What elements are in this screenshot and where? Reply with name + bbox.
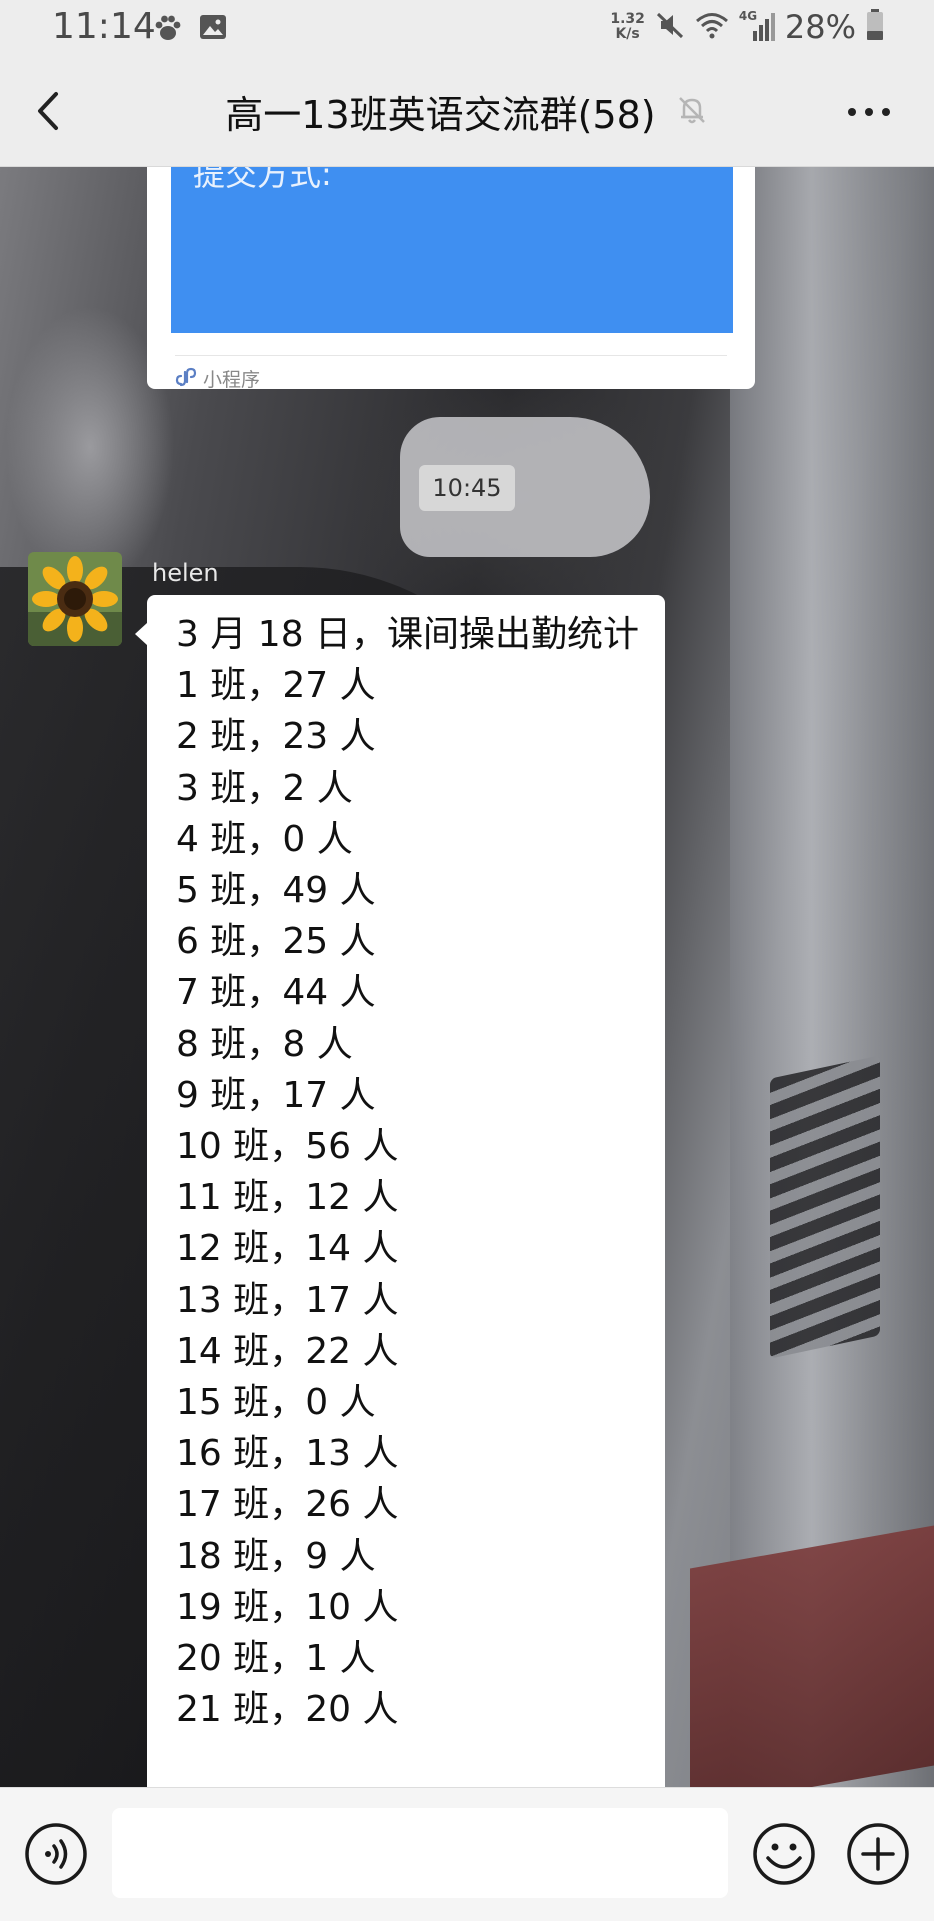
plus-button[interactable] [846, 1822, 910, 1886]
message-line: 4 班，0 人 [176, 818, 353, 860]
wallpaper-vent [770, 1055, 880, 1359]
message-line: 12 班，14 人 [176, 1228, 399, 1270]
battery-icon [866, 9, 884, 45]
message-line: 19 班，10 人 [176, 1586, 399, 1628]
message-line: 15 班，0 人 [176, 1382, 376, 1424]
sunflower-icon [28, 552, 122, 646]
more-button[interactable] [844, 92, 894, 132]
message-line: 6 班，25 人 [176, 921, 376, 963]
mini-program-footer: 小程序 [175, 365, 260, 392]
image-icon [198, 12, 228, 48]
message-line: 14 班，22 人 [176, 1330, 399, 1372]
message-line: 21 班，20 人 [176, 1689, 399, 1731]
message-line: 13 班，17 人 [176, 1279, 399, 1321]
net-speed-value: 1.32 [610, 11, 645, 27]
chat-area[interactable]: 提交方式: 小程序 10:45 helen 3 月 18 日，课间操出勤统计 1… [0, 167, 934, 1787]
emoji-icon [752, 1823, 816, 1890]
paw-icon [152, 12, 184, 48]
mini-program-card[interactable]: 提交方式: 小程序 [147, 167, 755, 392]
mini-program-divider [175, 355, 727, 356]
message-line: 7 班，44 人 [176, 972, 376, 1014]
message-line: 17 班，26 人 [176, 1484, 399, 1526]
net-speed-unit: K/s [615, 26, 640, 42]
message-line: 5 班，49 人 [176, 870, 376, 912]
mute-icon [655, 10, 685, 44]
title-bar: 高一13班英语交流群(58) [0, 56, 934, 167]
wifi-icon [695, 10, 729, 44]
sender-name: helen [152, 559, 219, 587]
mini-program-icon [175, 366, 197, 392]
input-bar [0, 1787, 934, 1921]
voice-button[interactable] [24, 1822, 88, 1886]
mini-program-label: 小程序 [203, 369, 261, 391]
battery-percent: 28% [784, 8, 856, 46]
status-bar: 11:14 1.32 K/s 4G 28% [0, 0, 934, 56]
bell-off-icon [675, 93, 709, 131]
message-input[interactable] [112, 1808, 728, 1898]
message-line: 11 班，12 人 [176, 1177, 399, 1219]
message-line: 16 班，13 人 [176, 1433, 399, 1475]
message-line: 10 班，56 人 [176, 1126, 399, 1168]
avatar[interactable] [28, 552, 122, 646]
message-line: 3 班，2 人 [176, 767, 353, 809]
signal-icon: 4G [739, 9, 775, 43]
message-line: 1 班，27 人 [176, 665, 376, 707]
voice-icon [24, 1823, 88, 1890]
message-line: 8 班，8 人 [176, 1023, 353, 1065]
plus-icon [846, 1823, 910, 1890]
more-icon [844, 108, 894, 136]
status-time: 11:14 [52, 6, 156, 47]
message-line: 9 班，17 人 [176, 1074, 376, 1116]
message-line: 18 班，9 人 [176, 1535, 376, 1577]
message-bubble[interactable]: 3 月 18 日，课间操出勤统计 1 班，27 人 2 班，23 人 3 班，2… [135, 595, 665, 1787]
message-timestamp: 10:45 [419, 465, 515, 511]
chat-title: 高一13班英语交流群(58) [225, 93, 656, 137]
emoji-button[interactable] [752, 1822, 816, 1886]
message-line: 3 月 18 日，课间操出勤统计 [176, 614, 640, 655]
message-line: 2 班，23 人 [176, 716, 376, 758]
mini-program-image: 提交方式: [171, 167, 733, 333]
mini-program-image-text: 提交方式: [193, 167, 332, 193]
net-speed: 1.32 K/s [610, 12, 645, 42]
message-line: 20 班，1 人 [176, 1638, 376, 1680]
wallpaper-red-panel [690, 1525, 934, 1787]
